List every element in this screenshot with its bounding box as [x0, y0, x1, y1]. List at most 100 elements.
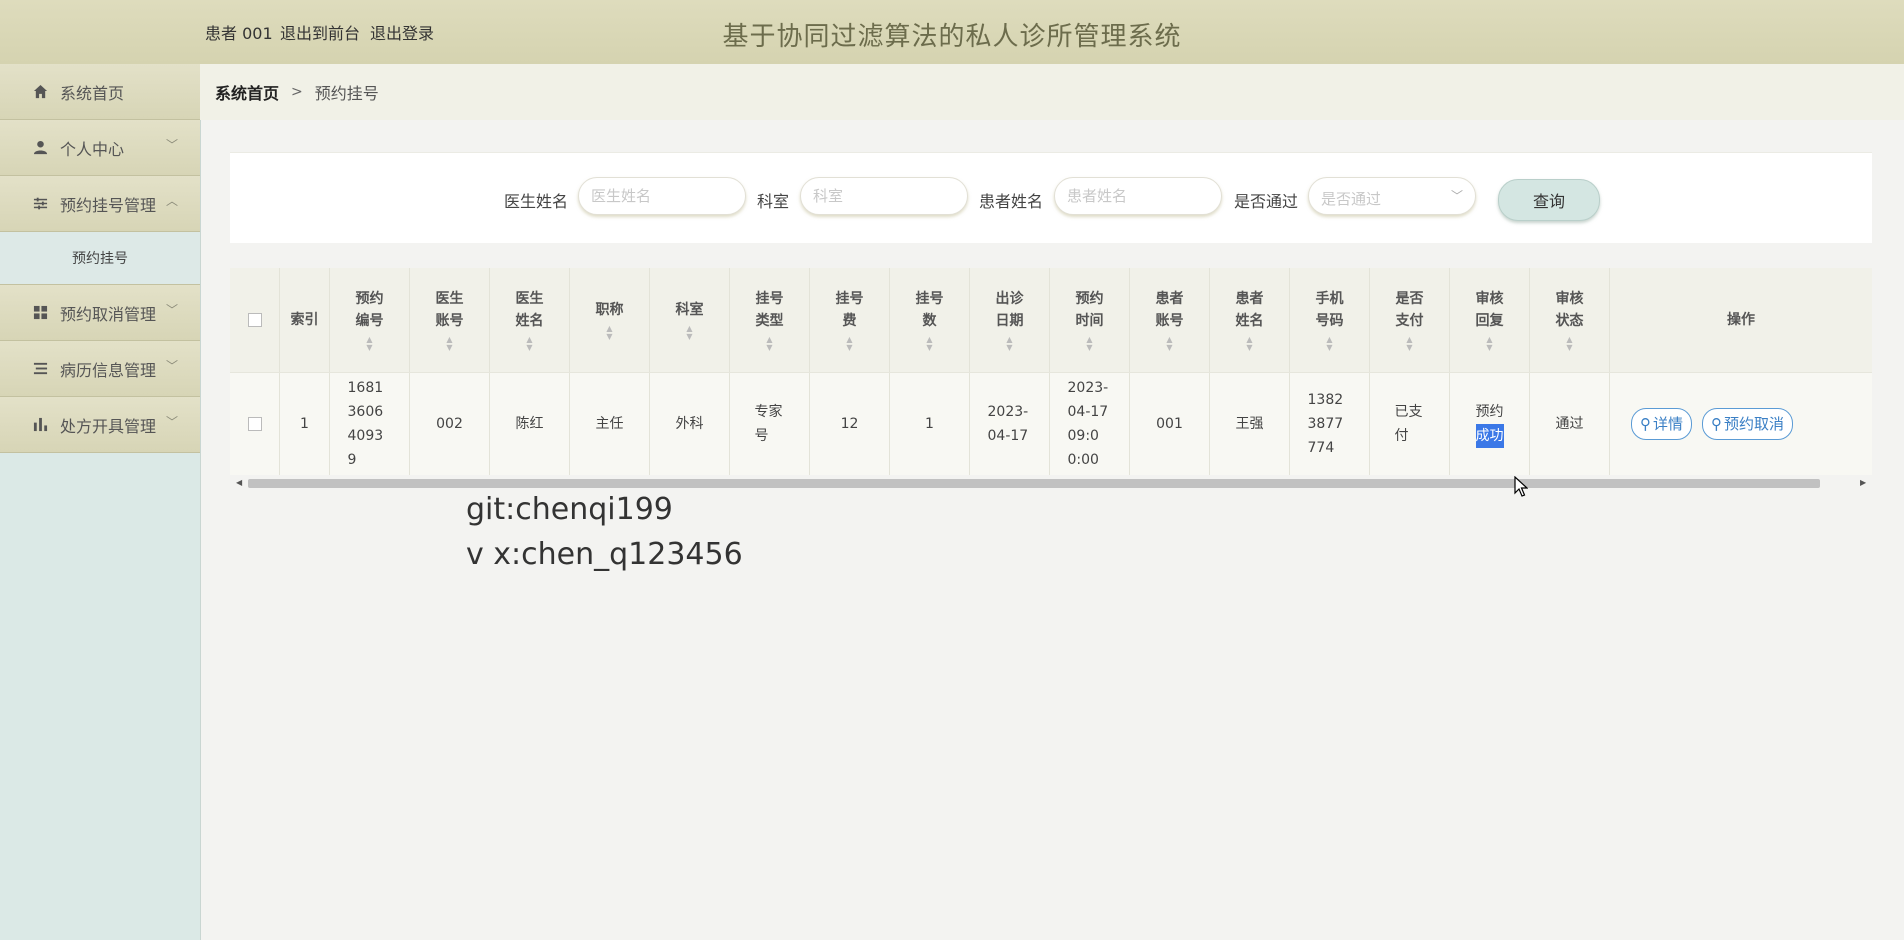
chevron-down-icon: ﹀ [1450, 189, 1463, 203]
td-patient-name: 王强 [1210, 373, 1290, 475]
th-patient-name[interactable]: 患者姓名 ▲ ▼ [1210, 268, 1290, 372]
sidebar-item-prescription[interactable]: 处方开具管理 ﹀ [0, 397, 200, 453]
sort-icon: ▲ ▼ [1246, 335, 1253, 352]
approved-select-placeholder: 是否通过 [1321, 190, 1382, 208]
sliders-icon [32, 196, 48, 212]
cancel-booking-button[interactable]: ⚲ 预约取消 [1702, 408, 1794, 440]
horizontal-scrollbar[interactable]: ◀ ▶ [230, 476, 1872, 490]
th-patient-account[interactable]: 患者账号 ▲ ▼ [1130, 268, 1210, 372]
scroll-right-icon[interactable]: ▶ [1860, 476, 1866, 490]
chevron-down-icon: ﹀ [165, 359, 178, 373]
sort-icon: ▲ ▼ [1326, 335, 1333, 352]
approved-select[interactable]: 是否通过 ﹀ [1308, 177, 1476, 215]
td-reg-type: 专家号 [730, 373, 810, 475]
breadcrumb-separator: > [291, 84, 303, 100]
sidebar-item-label: 处方开具管理 [60, 416, 157, 436]
sort-icon: ▲ ▼ [1486, 335, 1493, 352]
th-fee[interactable]: 挂号费 ▲ ▼ [810, 268, 890, 372]
th-booking-time[interactable]: 预约时间 ▲ ▼ [1050, 268, 1130, 372]
sort-icon: ▲ ▼ [1006, 335, 1013, 352]
sidebar-item-label: 预约挂号管理 [60, 195, 157, 215]
patient-name-input[interactable] [1054, 177, 1222, 215]
doctor-name-input[interactable] [578, 177, 746, 215]
watermark-line-2: v x:chen_q123456 [466, 537, 743, 572]
chevron-down-icon: ﹀ [165, 138, 178, 152]
sort-icon: ▲ ▼ [686, 324, 693, 341]
app-title: 基于协同过滤算法的私人诊所管理系统 [722, 22, 1182, 52]
td-reply: 预约 成功 [1450, 373, 1530, 475]
dept-input[interactable] [800, 177, 968, 215]
td-paid: 已支付 [1370, 373, 1450, 475]
td-patient-account: 001 [1130, 373, 1210, 475]
th-phone[interactable]: 手机号码 ▲ ▼ [1290, 268, 1370, 372]
search-icon: ⚲ [1711, 415, 1723, 433]
breadcrumb-home[interactable]: 系统首页 [215, 80, 279, 104]
sidebar-item-medical-records[interactable]: 病历信息管理 ﹀ [0, 341, 200, 397]
td-index: 1 [280, 373, 330, 475]
reply-text-a: 预约 [1475, 404, 1504, 420]
search-panel: 医生姓名 科室 患者姓名 是否通过 是否通过 ﹀ 查询 [230, 152, 1872, 243]
td-doctor-name: 陈红 [490, 373, 570, 475]
scrollbar-thumb[interactable] [248, 479, 1820, 488]
th-reg-type[interactable]: 挂号类型 ▲ ▼ [730, 268, 810, 372]
sort-icon: ▲ ▼ [366, 335, 373, 352]
th-index: 索引 [280, 268, 330, 372]
user-icon [32, 140, 48, 156]
th-paid[interactable]: 是否支付 ▲ ▼ [1370, 268, 1450, 372]
appointment-table: 索引 预约编号 ▲ ▼ 医生账号 ▲ ▼ 医生姓名 ▲ ▼ 职称 ▲ ▼ 科室 ▲ ▼ 挂号类型 ▲ ▼… [230, 268, 1872, 488]
submenu-item-appointment[interactable]: 预约挂号 [0, 232, 200, 285]
sort-icon: ▲ ▼ [526, 335, 533, 352]
td-count: 1 [890, 373, 970, 475]
sidebar-item-home[interactable]: 系统首页 [0, 64, 200, 120]
td-actions: ⚲ 详情 ⚲ 预约取消 [1610, 373, 1872, 475]
sidebar-item-personal-center[interactable]: 个人中心 ﹀ [0, 120, 200, 176]
th-booking-no[interactable]: 预约编号 ▲ ▼ [330, 268, 410, 372]
td-status: 通过 [1530, 373, 1610, 475]
th-doctor-name[interactable]: 医生姓名 ▲ ▼ [490, 268, 570, 372]
th-count[interactable]: 挂号数 ▲ ▼ [890, 268, 970, 372]
top-header: 患者 001 退出到前台 退出登录 基于协同过滤算法的私人诊所管理系统 [0, 0, 1904, 65]
sort-icon: ▲ ▼ [1566, 335, 1573, 352]
dept-label: 科室 [757, 192, 790, 211]
select-all-checkbox-cell[interactable] [230, 268, 280, 372]
sidebar-item-label: 预约取消管理 [60, 304, 157, 324]
row-checkbox[interactable] [247, 417, 262, 431]
td-fee: 12 [810, 373, 890, 475]
th-dept[interactable]: 科室 ▲ ▼ [650, 268, 730, 372]
approved-label: 是否通过 [1234, 192, 1299, 211]
search-icon: ⚲ [1640, 415, 1651, 433]
td-visit-date: 2023-04-17 [970, 373, 1050, 475]
watermark-line-1: git:chenqi199 [466, 492, 673, 527]
sidebar-item-label: 系统首页 [60, 83, 125, 103]
sidebar-item-label: 个人中心 [60, 139, 125, 159]
mouse-cursor-icon [1514, 475, 1529, 502]
sidebar-item-appointment-management[interactable]: 预约挂号管理 ︿ [0, 176, 200, 232]
td-phone: 13823877774 [1290, 373, 1370, 475]
grid-icon [32, 305, 48, 321]
sort-icon: ▲ ▼ [606, 324, 613, 341]
sort-icon: ▲ ▼ [846, 335, 853, 352]
sidebar-item-cancel-management[interactable]: 预约取消管理 ﹀ [0, 285, 200, 341]
th-visit-date[interactable]: 出诊日期 ▲ ▼ [970, 268, 1050, 372]
th-status[interactable]: 审核状态 ▲ ▼ [1530, 268, 1610, 372]
th-reply[interactable]: 审核回复 ▲ ▼ [1450, 268, 1530, 372]
th-title[interactable]: 职称 ▲ ▼ [570, 268, 650, 372]
sort-icon: ▲ ▼ [446, 335, 453, 352]
th-doctor-account[interactable]: 医生账号 ▲ ▼ [410, 268, 490, 372]
sidebar-item-label: 病历信息管理 [60, 360, 157, 380]
scroll-left-icon[interactable]: ◀ [236, 476, 242, 490]
reply-text-b-selected: 成功 [1475, 424, 1504, 448]
sort-icon: ▲ ▼ [1406, 335, 1413, 352]
query-button[interactable]: 查询 [1498, 179, 1600, 221]
chevron-down-icon: ﹀ [165, 415, 178, 429]
row-checkbox-cell[interactable] [230, 373, 280, 475]
chevron-up-icon: ︿ [165, 194, 178, 208]
detail-button[interactable]: ⚲ 详情 [1631, 408, 1693, 440]
sidebar: 系统首页 个人中心 ﹀ 预约挂号管理 ︿ 预约挂号 预约取消管理 ﹀ 病历信息管… [0, 64, 201, 940]
select-all-checkbox[interactable] [247, 313, 262, 327]
chevron-down-icon: ﹀ [165, 303, 178, 317]
sort-icon: ▲ ▼ [926, 335, 933, 352]
td-booking-time: 2023-04-17 09:00:00 [1050, 373, 1130, 475]
td-doctor-account: 002 [410, 373, 490, 475]
td-title: 主任 [570, 373, 650, 475]
